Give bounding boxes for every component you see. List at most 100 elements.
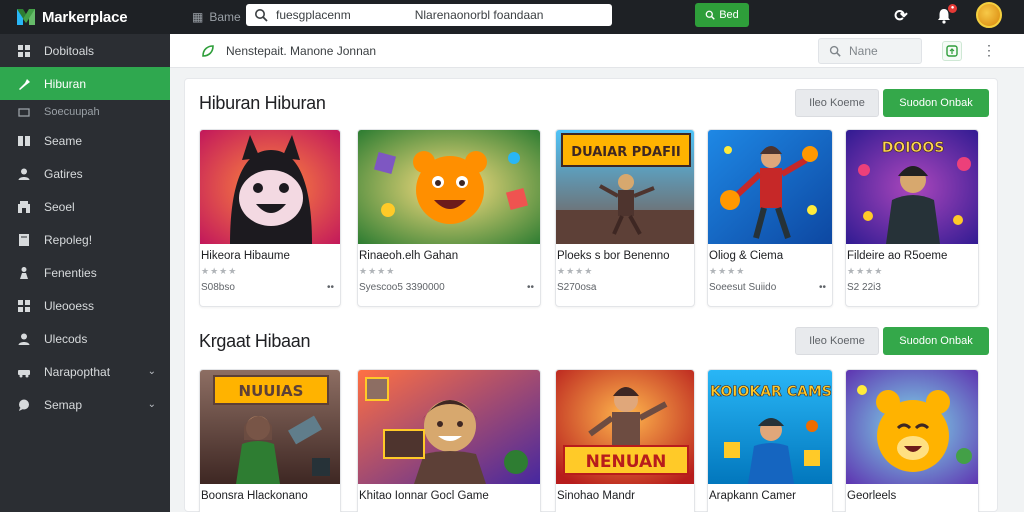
sidebar-item-seame[interactable]: Seame: [0, 124, 170, 157]
app-title: Georleels: [847, 490, 897, 502]
notifications-button[interactable]: ●: [933, 4, 957, 27]
export-icon: [946, 45, 958, 57]
rating-stars: ★★★★: [709, 266, 746, 276]
thumb-text: DUAIAR PDAFII: [571, 145, 680, 160]
avatar[interactable]: [976, 2, 1002, 28]
sidebar-item-label: Fenenties: [44, 265, 97, 280]
app-thumbnail: [846, 370, 978, 484]
app-title: Hikeora Hibaume: [201, 250, 290, 262]
gamepad-icon: [16, 133, 32, 149]
app-title: Khitao Ionnar Gocl Game: [359, 490, 489, 502]
section-title: Hiburan Hiburan: [199, 93, 326, 113]
search-input[interactable]: fuesgplacenm Nlarenaonorbl foandaan: [246, 4, 612, 26]
app-card[interactable]: NENUAN Sinohao Mandr: [555, 369, 695, 512]
search-query: fuesgplacenm: [276, 8, 351, 22]
leaf-icon: [202, 44, 214, 57]
brand[interactable]: Markerplace: [0, 7, 170, 27]
app-extra: ••: [326, 282, 334, 293]
filter-input[interactable]: Nane: [818, 38, 922, 64]
user-icon: [16, 331, 32, 347]
breadcrumb-bar: Nenstepait. Manone Jonnan Nane ⋮: [170, 34, 1024, 68]
app-card[interactable]: NUUIAS Boonsra Hlackonano: [199, 369, 341, 512]
primary-action-button[interactable]: Suodon Onbak: [883, 89, 989, 117]
sidebar-item-label: Uleooess: [44, 298, 95, 313]
sidebar-item-label: Dobitoals: [44, 43, 95, 58]
app-card[interactable]: Oliog & Ciema ★★★★ Soeesut Suiido ••: [707, 129, 833, 307]
sidebar-item-label: Hiburan: [44, 76, 87, 91]
app-price: Syescoo5 3390000: [359, 282, 445, 293]
top-menu-label: Bame: [209, 10, 241, 24]
app-thumbnail: [708, 130, 832, 244]
app-title: Sinohao Mandr: [557, 490, 635, 502]
notification-badge: ●: [948, 4, 957, 13]
search-button-label: Bed: [719, 9, 739, 21]
app-extra: ••: [526, 282, 534, 293]
sidebar-item-soecuupah[interactable]: Soecuupah: [0, 100, 170, 124]
view-more-button[interactable]: Ileo Koeme: [795, 89, 879, 117]
sidebar-item-uleooess[interactable]: Uleooess: [0, 289, 170, 322]
app-card[interactable]: KOIOKAR CAMS Arapkann Camer: [707, 369, 833, 512]
section-krgaat: Krgaat Hibaan Ileo Koeme Suodon Onbak NU…: [185, 319, 999, 512]
sidebar-item-label: Narapopthat: [44, 364, 111, 379]
search-hint: Nlarenaonorbl foandaan: [414, 8, 544, 22]
app-title: Oliog & Ciema: [709, 250, 784, 262]
top-bar: Markerplace ▦ Bame fuesgplacenm Nlarenao…: [0, 0, 1024, 34]
search-button[interactable]: Bed: [695, 3, 749, 27]
app-price: Soeesut Suiido: [709, 282, 777, 293]
app-thumbnail: NUUIAS: [200, 370, 340, 484]
folder-icon: [16, 104, 32, 120]
rating-stars: ★★★★: [847, 266, 884, 276]
menu-icon: ▦: [192, 10, 204, 24]
app-thumbnail: DOIOOS: [846, 130, 978, 244]
car-icon: [16, 364, 32, 380]
app-card[interactable]: Georleels: [845, 369, 979, 512]
app-card[interactable]: DOIOOS Fildeire ao R5oeme ★★★★ S2 22i3: [845, 129, 979, 307]
app-thumbnail: NENUAN: [556, 370, 694, 484]
user-icon: [16, 166, 32, 182]
top-menu[interactable]: ▦ Bame: [192, 10, 241, 24]
primary-action-button[interactable]: Suodon Onbak: [883, 327, 989, 355]
app-price: S270osa: [557, 282, 597, 293]
app-thumbnail: DUAIAR PDAFII: [556, 130, 694, 244]
sidebar-item-fenenties[interactable]: Fenenties: [0, 256, 170, 289]
app-card[interactable]: DUAIAR PDAFII Ploeks s bor Benenno ★★★★ …: [555, 129, 695, 307]
view-more-button[interactable]: Ileo Koeme: [795, 327, 879, 355]
search-icon: [829, 45, 841, 57]
sidebar-item-hiburan[interactable]: Hiburan: [0, 67, 170, 100]
sync-icon[interactable]: ⟳: [890, 5, 912, 27]
sidebar-item-gatires[interactable]: Gatires: [0, 157, 170, 190]
sidebar-item-dobitoals[interactable]: Dobitoals: [0, 34, 170, 67]
sidebar-item-label: Repoleg!: [44, 232, 93, 247]
app-card[interactable]: Rinaeoh.elh Gahan ★★★★ Syescoo5 3390000 •…: [357, 129, 541, 307]
section-hiburan: Hiburan Hiburan Ileo Koeme Suodon Onbak …: [185, 79, 999, 319]
main-panel: Hiburan Hiburan Ileo Koeme Suodon Onbak …: [184, 78, 998, 512]
sidebar-item-label: Gatires: [44, 166, 83, 181]
breadcrumb[interactable]: Nenstepait. Manone Jonnan: [226, 44, 376, 58]
app-card[interactable]: Hikeora Hibaume ★★★★ S08bso ••: [199, 129, 341, 307]
sidebar-item-seoel[interactable]: Seoel: [0, 190, 170, 223]
app-title: Ploeks s bor Benenno: [557, 250, 670, 262]
person-icon: [16, 265, 32, 281]
app-title: Boonsra Hlackonano: [201, 490, 308, 502]
app-thumbnail: [358, 370, 540, 484]
sidebar-item-ulecods[interactable]: Ulecods: [0, 322, 170, 355]
export-button[interactable]: [942, 41, 962, 61]
grid-icon: [16, 43, 32, 59]
thumb-text: NENUAN: [586, 452, 667, 472]
sidebar-item-label: Seame: [44, 133, 83, 148]
sidebar-item-repoleg[interactable]: Repoleg!: [0, 223, 170, 256]
marketplace-logo-icon: [16, 7, 36, 27]
search-icon: [705, 10, 715, 20]
sidebar-item-narapopthat[interactable]: Narapopthat ⌄: [0, 355, 170, 388]
sidebar-item-semap[interactable]: Semap ⌄: [0, 388, 170, 421]
filter-placeholder: Nane: [849, 44, 878, 58]
puzzle-icon: [16, 76, 32, 92]
rating-stars: ★★★★: [201, 266, 238, 276]
more-options-icon[interactable]: ⋮: [982, 42, 996, 59]
thumb-text: DOIOOS: [882, 140, 945, 156]
app-card[interactable]: Khitao Ionnar Gocl Game: [357, 369, 541, 512]
sidebar-item-label: Ulecods: [44, 331, 88, 346]
book-icon: [16, 232, 32, 248]
store-icon: [16, 199, 32, 215]
app-title: Arapkann Camer: [709, 490, 796, 502]
